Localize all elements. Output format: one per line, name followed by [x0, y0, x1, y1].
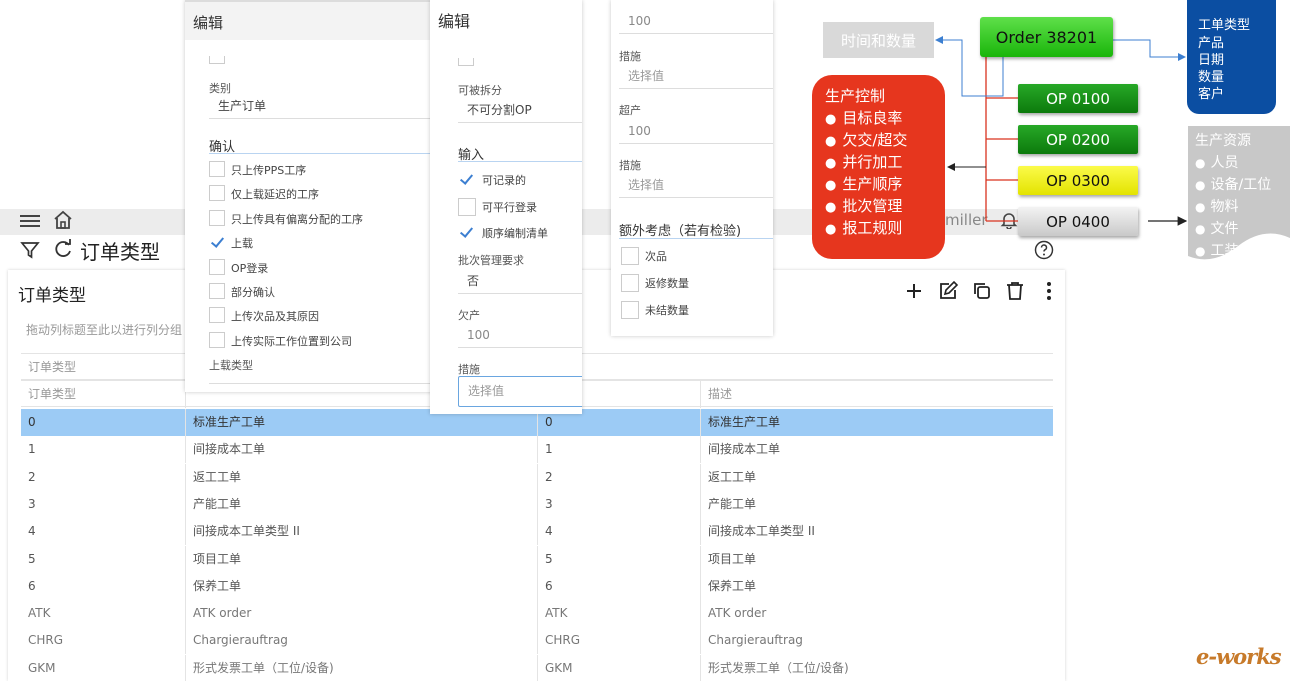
resource-item: 工装: [1195, 240, 1238, 260]
order-info-item: 工单类型: [1198, 18, 1251, 33]
resource-item: 人员: [1195, 152, 1238, 172]
resource-item: 文件: [1195, 218, 1238, 238]
production-resource-box: 生产资源 人员 设备/工位 物料 文件 工装: [1188, 126, 1290, 266]
op-box: OP 0300: [1018, 166, 1138, 195]
control-item: 报工规则: [825, 217, 902, 238]
op-box: OP 0100: [1018, 84, 1138, 113]
connector-order-type: [1113, 39, 1186, 61]
control-item: 目标良率: [825, 107, 902, 128]
order-box: Order 38201: [980, 17, 1113, 57]
production-control-box: 生产控制 目标良率 欠交/超交 并行加工 生产顺序 批次管理 报工规则: [812, 75, 945, 259]
eworks-logo: e-works: [1196, 644, 1282, 669]
resource-item: 设备/工位: [1195, 174, 1271, 194]
control-item: 并行加工: [825, 151, 902, 172]
order-info-item: 客户: [1198, 87, 1225, 102]
control-item: 生产顺序: [825, 173, 902, 194]
resource-title: 生产资源: [1195, 133, 1251, 149]
time-quantity-box: 时间和数量: [823, 22, 934, 58]
order-info-box: 工单类型 产品 日期 数量 客户: [1187, 0, 1276, 114]
connector-order-ops: [985, 57, 1018, 222]
control-item: 欠交/超交: [825, 129, 907, 150]
resource-item: 物料: [1195, 196, 1238, 216]
control-item: 批次管理: [825, 195, 902, 216]
control-title: 生产控制: [825, 87, 886, 105]
op-box: OP 0200: [1018, 125, 1138, 154]
op-box: OP 0400: [1018, 207, 1138, 236]
